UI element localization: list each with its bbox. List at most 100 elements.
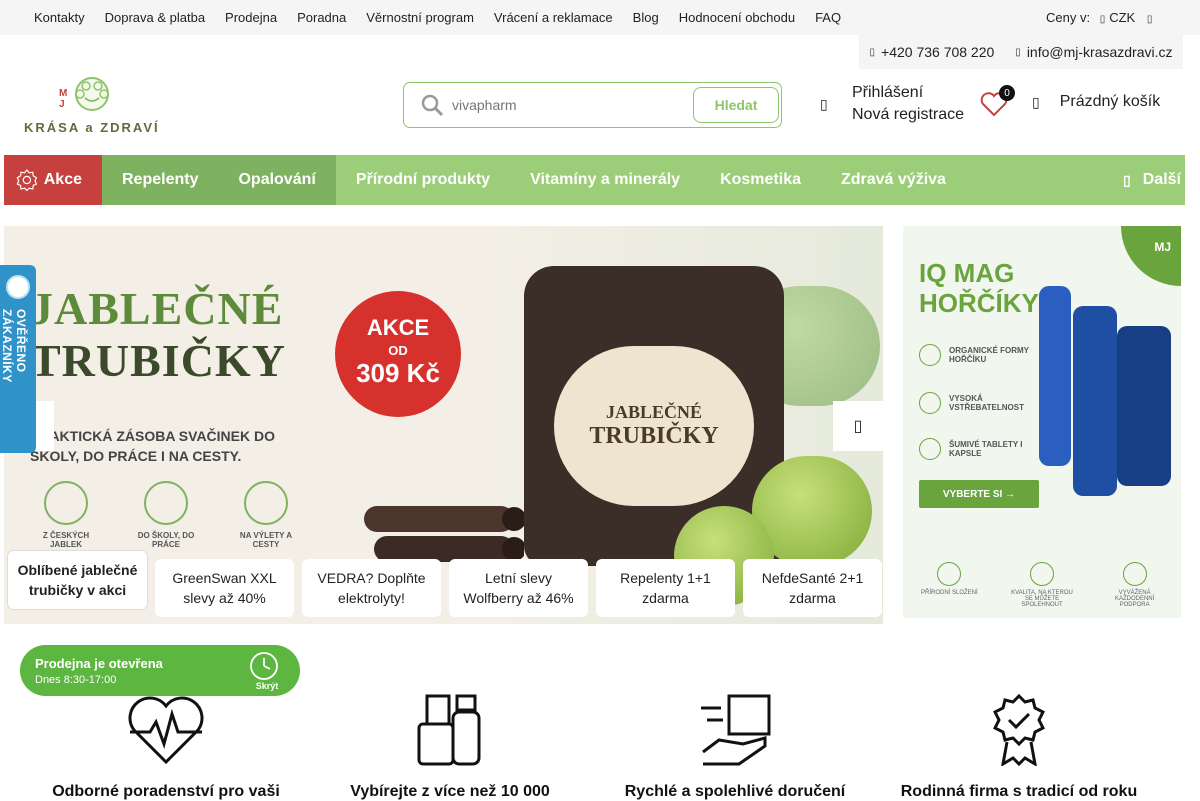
slider-tabs: Oblíbené jablečné trubičky v akci GreenS… [8, 551, 882, 617]
benefit-advice-text: Odborné poradenství pro vaši [52, 783, 280, 800]
nav-label-akce: Akce [43, 171, 82, 188]
benefit-family: Rodinná firma s tradicí od roku [900, 693, 1138, 801]
jar-label: JABLEČNÉ TRUBIČKY [554, 346, 754, 506]
hero-feature-icons: Z ČESKÝCH JABLEK DO ŠKOLY, DO PRÁCE NA V… [30, 481, 302, 549]
currency-selector[interactable]: Ceny v: ▯ CZK ▯ [1046, 10, 1152, 25]
nav-item-repelenty[interactable]: Repelenty [102, 155, 219, 205]
email-link[interactable]: ▯ info@mj-krasazdravi.cz [1015, 44, 1172, 60]
benefit-advice: Odborné poradenství pro vaši [52, 694, 280, 801]
top-link-prodejna[interactable]: Prodejna [225, 10, 277, 25]
site-logo[interactable]: M J KRÁSA a ZDRAVÍ [24, 72, 164, 136]
main-navigation: Akce Repelenty Opalování Přírodní produk… [4, 155, 1185, 205]
slider-tab-3[interactable]: VEDRA? Doplňte elektrolyty! [302, 559, 441, 617]
store-hours-text: Dnes 8:30-17:00 [35, 674, 117, 686]
currency-value: CZK [1109, 10, 1136, 25]
promo-price: 309 Kč [356, 358, 440, 388]
delivery-package-icon [701, 694, 771, 766]
side-banner-title2: HOŘČÍKY [919, 288, 1039, 318]
brand-corner-logo: MJ [1121, 226, 1181, 286]
slider-next-button[interactable]: ▯ [833, 401, 883, 451]
nav-item-vitaminy[interactable]: Vitamíny a minerály [510, 155, 700, 205]
register-link[interactable]: Nová registrace [852, 104, 964, 126]
top-link-blog[interactable]: Blog [633, 10, 659, 25]
top-link-faq[interactable]: FAQ [815, 10, 841, 25]
account-links: ▯ Přihlášení Nová registrace [820, 82, 964, 126]
side-banner-cta[interactable]: VYBERTE SI → [919, 480, 1039, 508]
hero-title-line1: JABLEČNÉ [30, 283, 284, 334]
nav-item-kosmetika[interactable]: Kosmetika [700, 155, 821, 205]
wishlist-button[interactable]: 0 [980, 85, 1015, 119]
hide-widget-button[interactable]: Skrýt [252, 681, 282, 691]
top-link-vraceni[interactable]: Vrácení a reklamace [494, 10, 613, 25]
benefit-delivery-text: Rychlé a spolehlivé doručení [624, 783, 846, 800]
side-banner-iq-mag[interactable]: MJ IQ MAG HOŘČÍKY ORGANICKÉ FORMY HOŘČÍK… [903, 226, 1181, 618]
chevron-right-icon: ▯ [853, 418, 863, 435]
nav-more-label: Další [1142, 171, 1181, 188]
promo-line1: AKCE [366, 315, 430, 340]
shield-icon [919, 392, 941, 414]
hero-feature-trips: NA VÝLETY A CESTY [230, 481, 302, 549]
top-link-vernostni[interactable]: Věrnostní program [366, 10, 474, 25]
slider-tab-6[interactable]: NefdeSanté 2+1 zdarma [743, 559, 882, 617]
nav-item-opalovani[interactable]: Opalování [218, 155, 336, 205]
verified-logo-icon [6, 275, 30, 299]
search-bar: Hledat [403, 82, 782, 128]
verified-customers-badge[interactable]: OVĚŘENO ZÁKAZNÍKY [0, 265, 36, 453]
contact-box: ▯ +420 736 708 220 ▯ info@mj-krasazdravi… [859, 35, 1183, 69]
search-icon [421, 94, 444, 117]
side-feature-2: VYSOKÁ VSTŘEBATELNOST [919, 392, 1029, 414]
wishlist-count-badge: 0 [999, 85, 1015, 101]
currency-icon: ▯ [1099, 14, 1106, 25]
side-bottom-feature-1: PŘÍRODNÍ SLOŽENÍ [914, 562, 984, 608]
side-feature-1: ORGANICKÉ FORMY HOŘČÍKU [919, 344, 1029, 366]
cart-button[interactable]: ▯ Prázdný košík [1032, 93, 1160, 111]
leaf-icon [919, 344, 941, 366]
cart-label: Prázdný košík [1059, 93, 1161, 110]
slider-tab-1[interactable]: Oblíbené jablečné trubičky v akci [8, 551, 147, 609]
search-button[interactable]: Hledat [693, 87, 779, 123]
nav-item-akce[interactable]: Akce [4, 155, 102, 205]
clock-icon [250, 652, 278, 680]
nav-more[interactable]: ▯ Další [1123, 155, 1181, 205]
nav-item-prirodni-produkty[interactable]: Přírodní produkty [336, 155, 510, 205]
hero-feature-school: DO ŠKOLY, DO PRÁCE [130, 481, 202, 549]
side-bottom-feature-2: KVALITA, NA KTEROU SE MŮŽETE SPOLEHNOUT [1007, 562, 1077, 608]
top-link-kontakty[interactable]: Kontakty [34, 10, 85, 25]
hero-title-line2: TRUBIČKY [30, 335, 286, 386]
bubbles-icon [919, 438, 941, 460]
sale-badge-icon [16, 169, 38, 192]
slider-tab-5[interactable]: Repelenty 1+1 zdarma [596, 559, 735, 617]
promo-badge: AKCE OD 309 Kč [335, 291, 461, 417]
store-open-widget[interactable]: Prodejna je otevřena Dnes 8:30-17:00 Skr… [20, 645, 300, 696]
benefit-selection: Vybírejte z více než 10 000 [340, 694, 560, 801]
slider-tab-2[interactable]: GreenSwan XXL slevy až 40% [155, 559, 294, 617]
hero-subtitle: Praktická zásoba svačinek do školy, do p… [30, 428, 276, 464]
product-bottle-iqmag [1039, 286, 1071, 466]
product-bottle-liposomal [1117, 326, 1171, 486]
logo-text: KRÁSA a ZDRAVÍ [24, 120, 160, 135]
top-utility-bar: Kontakty Doprava & platba Prodejna Porad… [0, 0, 1200, 35]
verified-label: OVĚŘENO ZÁKAZNÍKY [0, 309, 28, 383]
top-link-hodnoceni[interactable]: Hodnocení obchodu [679, 10, 795, 25]
menu-icon: ▯ [1123, 171, 1131, 188]
side-bottom-features: PŘÍRODNÍ SLOŽENÍ KVALITA, NA KTEROU SE M… [903, 562, 1181, 608]
search-input[interactable] [452, 93, 672, 117]
nav-item-zdrava-vyziva[interactable]: Zdravá výživa [821, 155, 966, 205]
products-icon [417, 694, 481, 766]
top-link-doprava[interactable]: Doprava & platba [105, 10, 205, 25]
prices-label: Ceny v: [1046, 10, 1091, 25]
phone-link[interactable]: ▯ +420 736 708 220 [870, 44, 995, 60]
hero-feature-apples: Z ČESKÝCH JABLEK [30, 481, 102, 549]
top-link-poradna[interactable]: Poradna [297, 10, 346, 25]
login-link[interactable]: Přihlášení [852, 82, 964, 104]
jar-label-line1: JABLEČNÉ [605, 402, 703, 422]
side-bottom-feature-3: VYVÁŽENÁ KAŽDODENNÍ PODPORA [1100, 562, 1170, 608]
side-banner-title1: IQ MAG [919, 258, 1015, 288]
jar-label-line2: TRUBIČKY [589, 423, 719, 449]
side-feature-3: ŠUMIVÉ TABLETY I KAPSLE [919, 438, 1029, 460]
benefit-selection-text: Vybírejte z více než 10 000 [350, 783, 550, 800]
mail-icon: ▯ [1015, 46, 1021, 58]
user-icon: ▯ [820, 95, 828, 112]
slider-tab-4[interactable]: Letní slevy Wolfberry až 46% [449, 559, 588, 617]
award-badge-icon [992, 693, 1046, 767]
